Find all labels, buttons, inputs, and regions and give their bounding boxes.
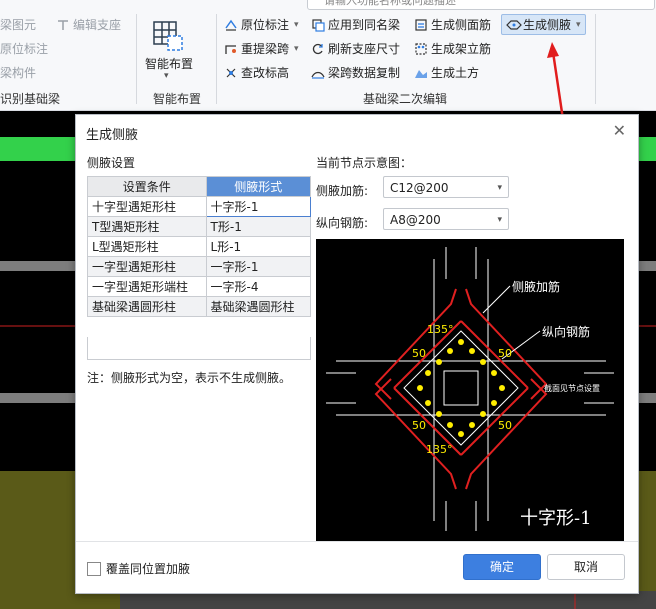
condition-cell[interactable]: 十字型遇矩形柱 xyxy=(87,196,207,217)
condition-cell[interactable]: T型遇矩形柱 xyxy=(87,216,207,237)
label-section-note: 截面见节点设置 xyxy=(544,384,600,393)
ok-button[interactable]: 确定 xyxy=(463,554,541,580)
label-angle-bottom: 135° xyxy=(426,443,453,456)
haunch-form-cell[interactable]: 一字形-1 xyxy=(205,256,312,277)
haunch-form-cell[interactable]: 十字形-1 xyxy=(205,196,312,217)
label-shape-name: 十字形-1 xyxy=(520,508,592,529)
node-diagram-label: 当前节点示意图： xyxy=(316,156,413,170)
table-row[interactable]: L型遇矩形柱 L形-1 xyxy=(87,236,312,257)
haunch-form-cell[interactable]: 基础梁遇圆形柱 xyxy=(205,296,312,317)
haunch-form-cell[interactable]: 一字形-4 xyxy=(205,276,312,297)
haunch-form-cell[interactable]: L形-1 xyxy=(205,236,312,257)
overlay-checkbox-label: 覆盖同位置加腋 xyxy=(106,562,191,576)
node-diagram: 侧腋加筋 纵向钢筋 135° 135° 50 50 50 50 截面见节点设置 … xyxy=(316,239,624,541)
label-longitudinal-rebar: 纵向钢筋 xyxy=(542,325,591,339)
table-row[interactable]: 一字型遇矩形端柱 一字形-4 xyxy=(87,276,312,297)
longitudinal-rebar-label: 纵向钢筋: xyxy=(316,216,369,230)
label-dim-right-top: 50 xyxy=(498,347,512,360)
table-row[interactable]: T型遇矩形柱 T形-1 xyxy=(87,216,312,237)
label-dim-left-bottom: 50 xyxy=(412,419,426,432)
label-dim-left-top: 50 xyxy=(412,347,426,360)
haunch-settings-table: 设置条件 侧腋形式 十字型遇矩形柱 十字形-1 T型遇矩形柱 T形-1 L型遇矩… xyxy=(87,176,312,317)
table-row[interactable]: 一字型遇矩形柱 一字形-1 xyxy=(87,256,312,277)
condition-cell[interactable]: 基础梁遇圆形柱 xyxy=(87,296,207,317)
haunch-dialog: 生成侧腋 ✕ 侧腋设置 设置条件 侧腋形式 十字型遇矩形柱 十字形-1 T型遇矩… xyxy=(75,114,639,594)
note-text: 注：侧腋形式为空，表示不生成侧腋。 xyxy=(87,371,292,385)
haunch-settings-label: 侧腋设置 xyxy=(87,156,136,170)
condition-cell[interactable]: 一字型遇矩形端柱 xyxy=(87,276,207,297)
haunch-rebar-label: 侧腋加筋: xyxy=(316,184,369,198)
chevron-down-icon: ▾ xyxy=(497,215,502,225)
checkbox-box[interactable] xyxy=(87,561,101,576)
condition-cell[interactable]: L型遇矩形柱 xyxy=(87,236,207,257)
label-haunch-rebar: 侧腋加筋 xyxy=(512,280,561,294)
close-icon[interactable]: ✕ xyxy=(613,121,626,140)
longitudinal-rebar-select[interactable]: A8@200 ▾ xyxy=(383,208,509,230)
column-header-haunch-form[interactable]: 侧腋形式 xyxy=(205,176,312,197)
haunch-rebar-select[interactable]: C12@200 ▾ xyxy=(383,176,509,198)
table-row[interactable]: 十字型遇矩形柱 十字形-1 xyxy=(87,196,312,217)
table-empty-area xyxy=(87,337,311,360)
condition-cell[interactable]: 一字型遇矩形柱 xyxy=(87,256,207,277)
table-row[interactable]: 基础梁遇圆形柱 基础梁遇圆形柱 xyxy=(87,296,312,317)
chevron-down-icon: ▾ xyxy=(497,183,502,193)
dialog-title: 生成侧腋 xyxy=(86,128,139,143)
label-angle-top: 135° xyxy=(427,323,454,336)
footer-divider xyxy=(76,541,638,542)
haunch-form-cell[interactable]: T形-1 xyxy=(205,216,312,237)
overlay-checkbox[interactable]: 覆盖同位置加腋 xyxy=(87,560,190,577)
label-dim-right-bottom: 50 xyxy=(498,419,512,432)
cancel-button[interactable]: 取消 xyxy=(547,554,625,580)
column-header-condition[interactable]: 设置条件 xyxy=(87,176,207,197)
